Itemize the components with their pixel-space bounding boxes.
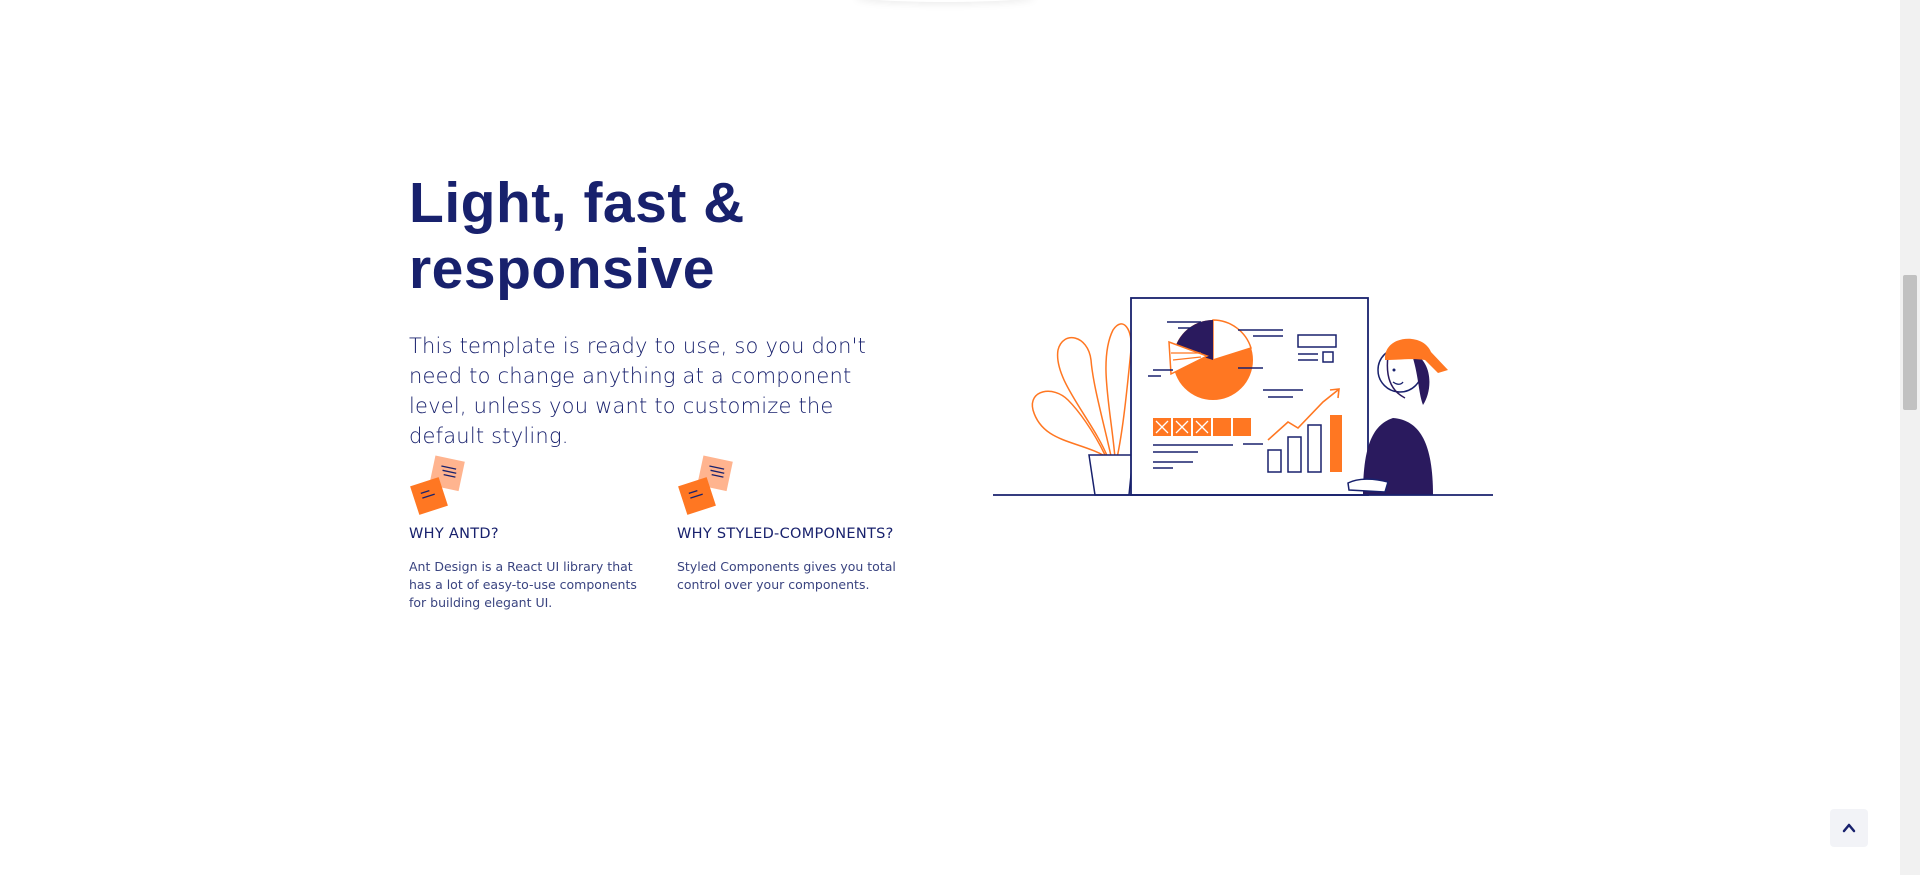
feature-title: WHY STYLED-COMPONENTS?: [677, 526, 894, 542]
scrollbar[interactable]: [1900, 0, 1920, 875]
feature-content: Styled Components gives you total contro…: [677, 559, 896, 592]
section-title: Light, fast & responsive: [409, 171, 745, 301]
feature-title: WHY ANTD?: [409, 526, 499, 542]
content-block: Light, fast & responsive This template i…: [0, 0, 1900, 875]
section-content: This template is ready to use, so you do…: [409, 334, 867, 448]
scroll-up-button[interactable]: [1830, 809, 1868, 847]
feature-content: Ant Design is a React UI library that ha…: [409, 559, 637, 610]
scrollbar-thumb[interactable]: [1903, 275, 1917, 410]
chevron-up-icon: [1842, 823, 1856, 833]
feature-why-antd: WHY ANTD? Ant Design is a React UI libra…: [409, 452, 639, 612]
dashboard-illustration: [993, 297, 1493, 496]
notes-icon: [678, 455, 733, 515]
feature-why-styled-components: WHY STYLED-COMPONENTS? Styled Components…: [677, 452, 907, 594]
notes-icon: [410, 455, 465, 515]
